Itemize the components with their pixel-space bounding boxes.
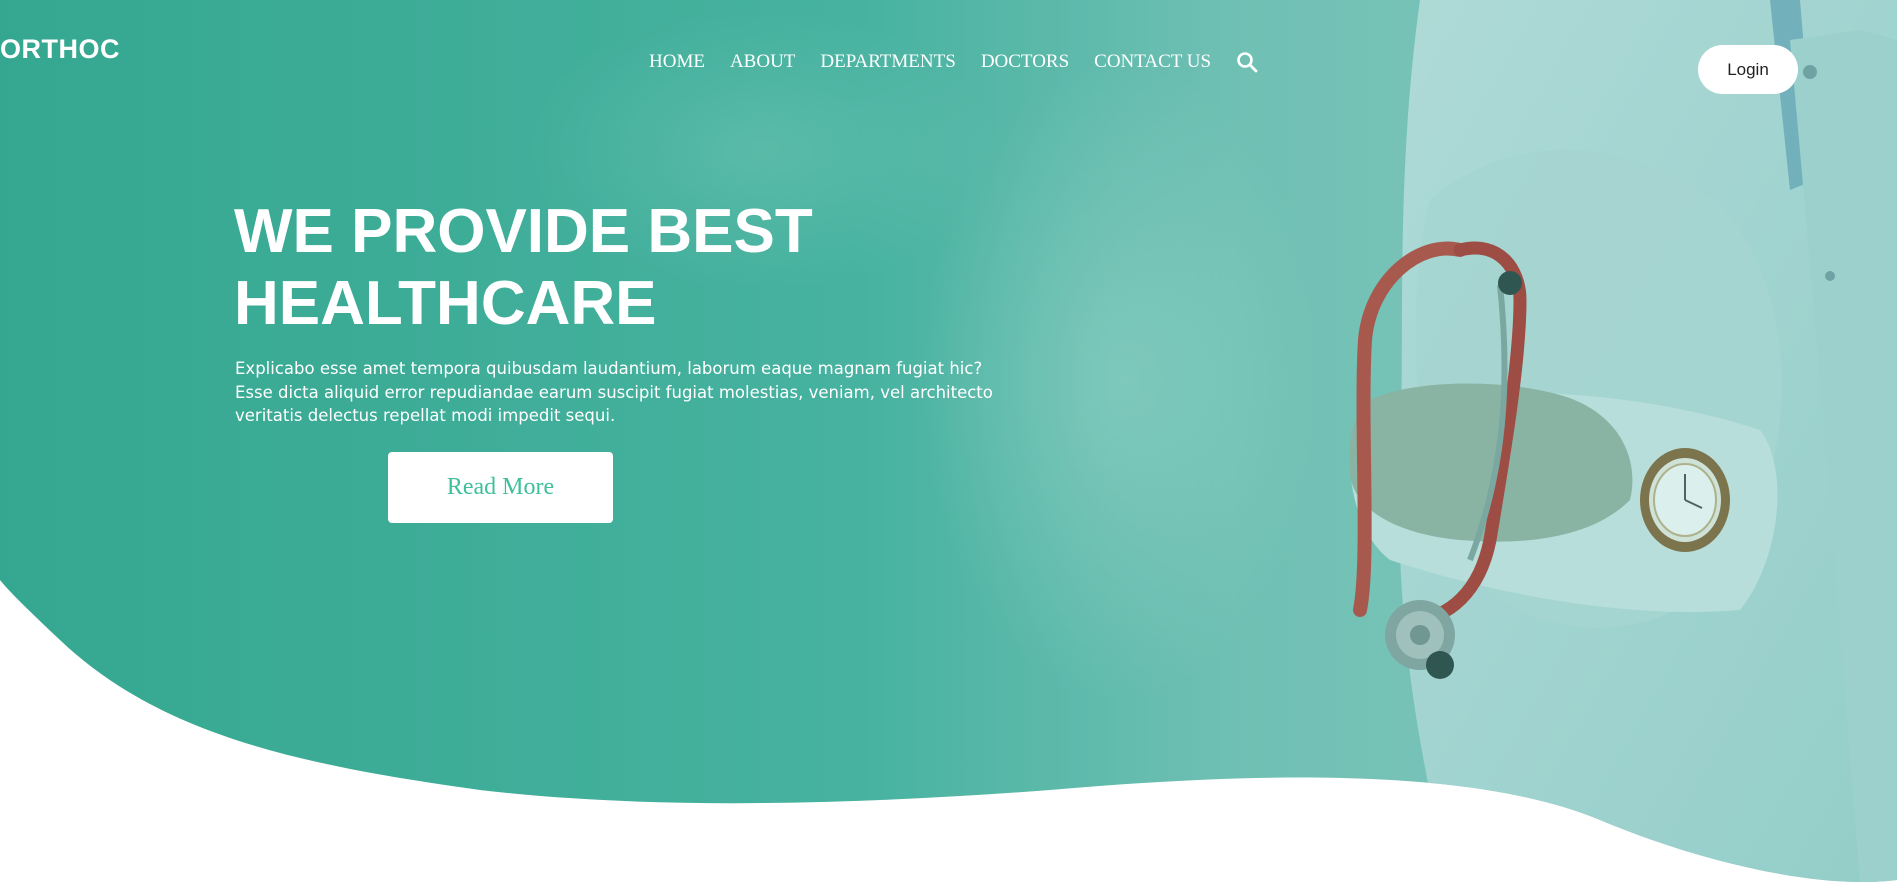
login-button[interactable]: Login: [1698, 45, 1798, 94]
hero-title-line-2: HEALTHCARE: [234, 269, 657, 338]
site-logo[interactable]: ORTHOC: [0, 34, 120, 65]
search-icon[interactable]: [1236, 51, 1258, 73]
read-more-button[interactable]: Read More: [388, 452, 613, 523]
nav-item-doctors[interactable]: DOCTORS: [981, 50, 1069, 74]
nav-item-home[interactable]: HOME: [649, 50, 705, 74]
hero-title: WE PROVIDE BEST HEALTHCARE: [234, 196, 934, 340]
nav-item-departments[interactable]: DEPARTMENTS: [820, 50, 955, 74]
main-nav: HOME ABOUT DEPARTMENTS DOCTORS CONTACT U…: [649, 50, 1258, 74]
nav-item-about[interactable]: ABOUT: [730, 50, 795, 74]
nav-item-contact-us[interactable]: CONTACT US: [1094, 50, 1211, 74]
landing-page: ORTHOC HOME ABOUT DEPARTMENTS DOCTORS CO…: [0, 0, 1897, 882]
hero-title-line-1: WE PROVIDE BEST: [234, 197, 813, 266]
hero-background: [0, 0, 1897, 882]
hero-description: Explicabo esse amet tempora quibusdam la…: [235, 359, 993, 425]
